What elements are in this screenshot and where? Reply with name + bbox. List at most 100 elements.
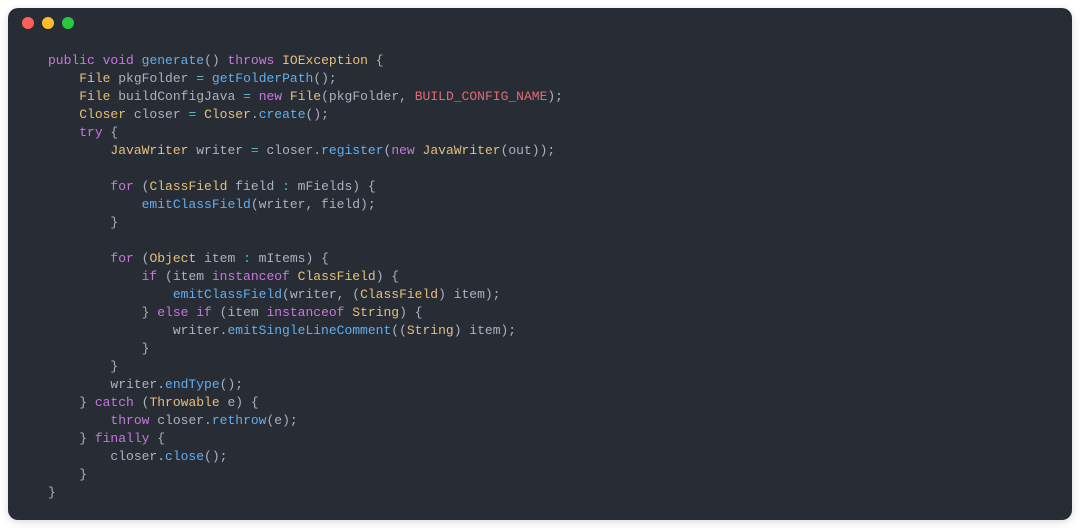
token-plain	[95, 53, 103, 68]
token-plain: closer.	[149, 413, 211, 428]
token-plain: }	[48, 305, 157, 320]
token-plain	[196, 107, 204, 122]
token-fn: getFolderPath	[212, 71, 313, 86]
token-plain: }	[48, 341, 149, 356]
code-line: writer.endType();	[48, 377, 243, 392]
token-plain: }	[48, 431, 95, 446]
token-kw: catch	[95, 395, 134, 410]
token-kw: instanceof	[266, 305, 344, 320]
token-plain: (	[134, 251, 150, 266]
token-plain: );	[547, 89, 563, 104]
token-op: :	[282, 179, 290, 194]
token-plain	[48, 251, 110, 266]
token-type: File	[290, 89, 321, 104]
token-plain: ()	[204, 53, 227, 68]
token-var: BUILD_CONFIG_NAME	[415, 89, 548, 104]
token-kw: new	[391, 143, 414, 158]
code-window: public void generate() throws IOExceptio…	[8, 8, 1072, 520]
token-plain: item	[196, 251, 243, 266]
token-plain: ) {	[376, 269, 399, 284]
token-plain: (item	[212, 305, 267, 320]
minimize-icon[interactable]	[42, 17, 54, 29]
token-plain: (writer, field);	[251, 197, 376, 212]
code-line: }	[48, 467, 87, 482]
token-plain	[48, 413, 110, 428]
token-plain	[48, 287, 173, 302]
code-line: Closer closer = Closer.create();	[48, 107, 329, 122]
token-type: Object	[149, 251, 196, 266]
token-kw: instanceof	[212, 269, 290, 284]
token-plain: mItems) {	[251, 251, 329, 266]
token-kw: try	[79, 125, 102, 140]
token-plain: {	[103, 125, 119, 140]
token-plain: ();	[204, 449, 227, 464]
token-kw: throw	[110, 413, 149, 428]
token-plain	[48, 179, 110, 194]
token-kw: for	[110, 251, 133, 266]
token-plain	[48, 143, 110, 158]
token-plain: closer.	[48, 449, 165, 464]
token-plain: pkgFolder	[110, 71, 196, 86]
token-fn: register	[321, 143, 383, 158]
token-plain: {	[368, 53, 384, 68]
token-plain: field	[227, 179, 282, 194]
token-kw: if	[196, 305, 212, 320]
token-plain	[48, 125, 79, 140]
token-plain: ();	[306, 107, 329, 122]
maximize-icon[interactable]	[62, 17, 74, 29]
token-plain: (	[134, 395, 150, 410]
code-line: for (ClassField field : mFields) {	[48, 179, 376, 194]
token-plain	[48, 269, 142, 284]
token-fn: close	[165, 449, 204, 464]
token-op: =	[251, 143, 259, 158]
token-kw: void	[103, 53, 134, 68]
token-plain	[134, 53, 142, 68]
token-plain: ();	[220, 377, 243, 392]
token-kw: if	[142, 269, 158, 284]
token-kw: new	[259, 89, 282, 104]
token-plain: (	[134, 179, 150, 194]
code-line: File pkgFolder = getFolderPath();	[48, 71, 337, 86]
token-type: IOException	[282, 53, 368, 68]
window-titlebar	[8, 8, 1072, 38]
token-plain: (writer, (	[282, 287, 360, 302]
token-fn: rethrow	[212, 413, 267, 428]
token-type: ClassField	[298, 269, 376, 284]
token-plain	[251, 89, 259, 104]
code-line: } finally {	[48, 431, 165, 446]
token-fn: generate	[142, 53, 204, 68]
code-line: }	[48, 341, 149, 356]
token-type: JavaWriter	[110, 143, 188, 158]
token-plain: (pkgFolder,	[321, 89, 415, 104]
code-line: public void generate() throws IOExceptio…	[48, 53, 384, 68]
code-line: writer.emitSingleLineComment((String) it…	[48, 323, 516, 338]
code-line: } else if (item instanceof String) {	[48, 305, 423, 320]
token-type: Throwable	[149, 395, 219, 410]
close-icon[interactable]	[22, 17, 34, 29]
token-plain	[415, 143, 423, 158]
code-line: }	[48, 359, 118, 374]
token-plain: }	[48, 359, 118, 374]
code-line: if (item instanceof ClassField) {	[48, 269, 399, 284]
code-line: File buildConfigJava = new File(pkgFolde…	[48, 89, 563, 104]
code-line: emitClassField(writer, field);	[48, 197, 376, 212]
token-plain: writer	[188, 143, 250, 158]
token-kw: finally	[95, 431, 150, 446]
token-fn: emitSingleLineComment	[227, 323, 391, 338]
code-line: }	[48, 485, 56, 500]
token-fn: endType	[165, 377, 220, 392]
code-line: for (Object item : mItems) {	[48, 251, 329, 266]
code-line: emitClassField(writer, (ClassField) item…	[48, 287, 501, 302]
token-type: Closer	[204, 107, 251, 122]
token-plain: ((	[391, 323, 407, 338]
token-fn: create	[259, 107, 306, 122]
token-plain: ) {	[399, 305, 422, 320]
token-plain: }	[48, 467, 87, 482]
token-plain: }	[48, 485, 56, 500]
token-plain	[290, 269, 298, 284]
token-type: Closer	[79, 107, 126, 122]
token-type: String	[407, 323, 454, 338]
token-fn: emitClassField	[173, 287, 282, 302]
token-type: File	[79, 89, 110, 104]
token-op: =	[243, 89, 251, 104]
